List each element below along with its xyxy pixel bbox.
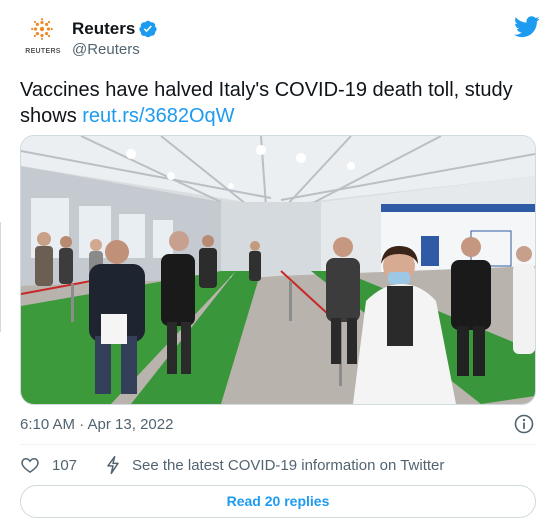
reuters-logo[interactable]: REUTERS [20, 18, 66, 62]
frame-edge [0, 222, 1, 332]
heart-icon [21, 457, 39, 473]
tweet-header: REUTERS Reuters @Reuters [20, 12, 540, 62]
divider [20, 444, 536, 445]
verified-badge-icon [139, 20, 157, 38]
info-icon[interactable] [514, 414, 534, 434]
handle[interactable]: @Reuters [72, 41, 140, 58]
read-replies-button[interactable]: Read 20 replies [20, 485, 536, 518]
reuters-logo-text: REUTERS [25, 48, 61, 55]
tweet-card: REUTERS Reuters @Reuters Vaccines have h… [0, 0, 556, 526]
name-row: Reuters [72, 19, 157, 39]
action-bar: 107 See the latest COVID-19 information … [20, 455, 536, 479]
covid-info-text: See the latest COVID-19 information on T… [132, 456, 445, 474]
tweet-photo[interactable] [20, 135, 536, 405]
like-button[interactable]: 107 [20, 455, 77, 475]
reuters-logo-icon [31, 18, 53, 40]
like-count: 107 [52, 456, 78, 474]
tweet-timestamp[interactable]: 6:10 AM · Apr 13, 2022 [20, 416, 173, 433]
display-name[interactable]: Reuters [72, 19, 135, 39]
vaccination-center-photo [21, 136, 535, 404]
tweet-link[interactable]: reut.rs/3682OqW [82, 105, 234, 127]
covid-info-link[interactable]: See the latest COVID-19 information on T… [104, 455, 444, 475]
lightning-icon [107, 455, 119, 475]
tweet-text: Vaccines have halved Italy's COVID-19 de… [20, 77, 530, 129]
twitter-bird-icon[interactable] [514, 16, 540, 38]
